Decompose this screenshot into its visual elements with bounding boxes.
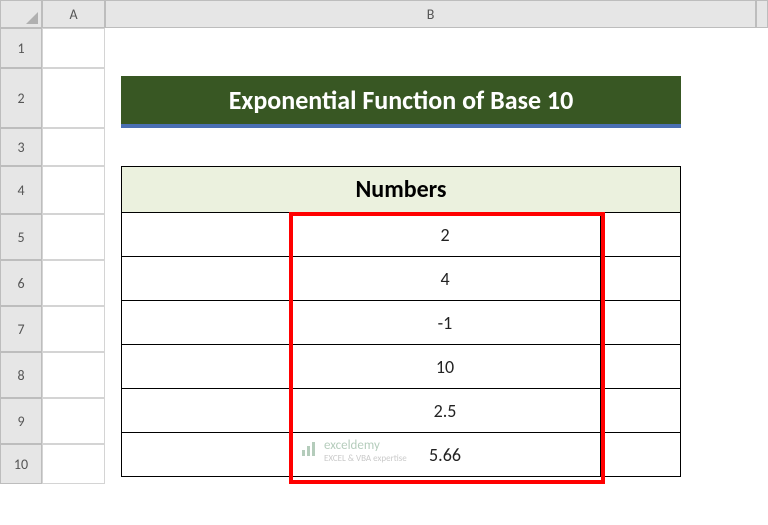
- data-table-area: Numbers 2 4 -1 10 2.5 5.66: [105, 166, 756, 484]
- select-all-corner[interactable]: [0, 0, 42, 28]
- cell-a2[interactable]: [42, 68, 105, 128]
- num-cell[interactable]: -1: [290, 301, 601, 345]
- cell-a1[interactable]: [42, 28, 105, 68]
- row-header-7[interactable]: 7: [0, 306, 42, 352]
- table-row: 2.5: [122, 389, 681, 433]
- row-header-1[interactable]: 1: [0, 28, 42, 68]
- num-cell[interactable]: 5.66: [290, 433, 601, 477]
- cell-a6[interactable]: [42, 260, 105, 306]
- cell-b3[interactable]: [105, 128, 756, 166]
- cell-a9[interactable]: [42, 398, 105, 444]
- cell-b1[interactable]: [105, 28, 756, 68]
- cell-a8[interactable]: [42, 352, 105, 398]
- spreadsheet-grid: A B 1 2 Exponential Function of Base 10 …: [0, 0, 768, 484]
- col-header-b[interactable]: B: [105, 0, 756, 28]
- row-header-5[interactable]: 5: [0, 214, 42, 260]
- title-banner-cell[interactable]: Exponential Function of Base 10: [105, 68, 756, 128]
- table-header: Numbers: [122, 167, 681, 213]
- num-cell[interactable]: 4: [290, 257, 601, 301]
- table-row: -1: [122, 301, 681, 345]
- num-cell[interactable]: 2: [290, 213, 601, 257]
- row-header-4[interactable]: 4: [0, 166, 42, 214]
- cell-a3[interactable]: [42, 128, 105, 166]
- cell-a7[interactable]: [42, 306, 105, 352]
- row-header-10[interactable]: 10: [0, 444, 42, 484]
- row-header-6[interactable]: 6: [0, 260, 42, 306]
- row-header-9[interactable]: 9: [0, 398, 42, 444]
- row-header-3[interactable]: 3: [0, 128, 42, 166]
- table-row: 5.66: [122, 433, 681, 477]
- col-header-a[interactable]: A: [42, 0, 105, 28]
- cell-a10[interactable]: [42, 444, 105, 484]
- page-title: Exponential Function of Base 10: [121, 76, 681, 128]
- num-cell[interactable]: 2.5: [290, 389, 601, 433]
- row-header-2[interactable]: 2: [0, 68, 42, 128]
- table-row: 10: [122, 345, 681, 389]
- row-header-8[interactable]: 8: [0, 352, 42, 398]
- num-cell[interactable]: 10: [290, 345, 601, 389]
- cell-a4[interactable]: [42, 166, 105, 214]
- cell-a5[interactable]: [42, 214, 105, 260]
- numbers-table: Numbers 2 4 -1 10 2.5 5.66: [121, 166, 681, 477]
- table-row: 4: [122, 257, 681, 301]
- col-header-right[interactable]: [756, 0, 768, 28]
- table-row: 2: [122, 213, 681, 257]
